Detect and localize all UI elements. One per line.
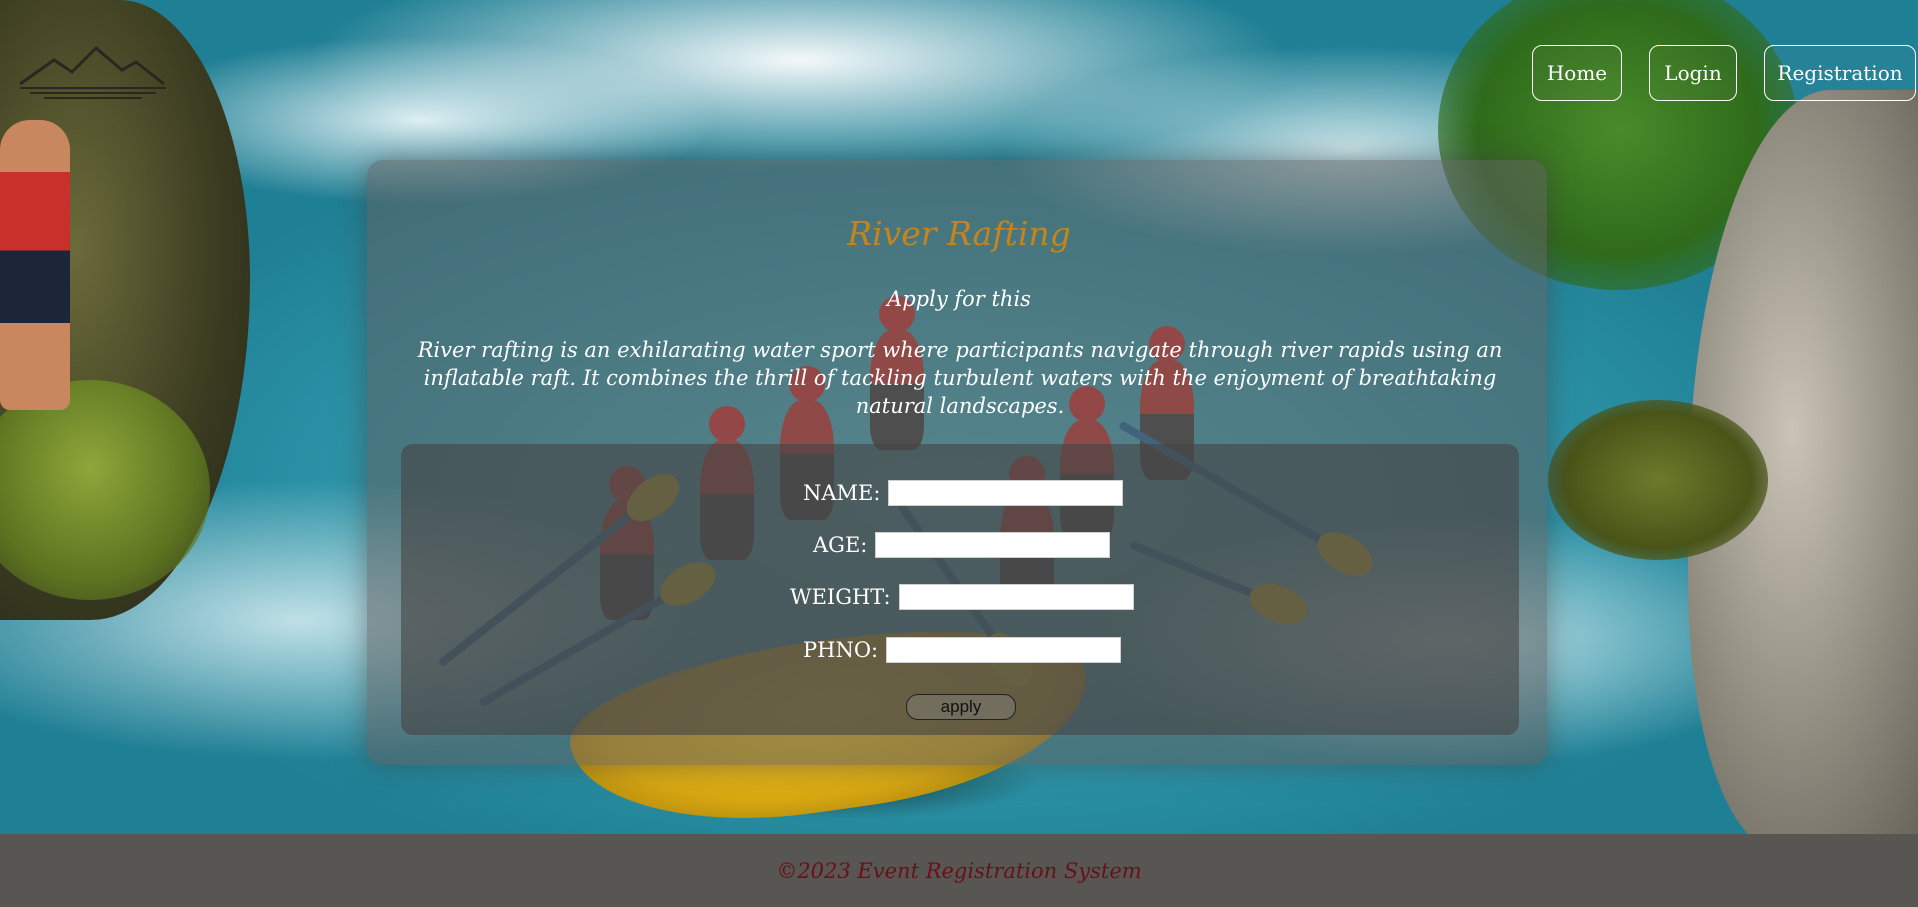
phone-label: PHNO: — [803, 638, 879, 662]
apply-button[interactable]: apply — [906, 694, 1016, 720]
age-label: AGE: — [813, 533, 868, 557]
phone-input[interactable] — [886, 637, 1122, 663]
name-label: NAME: — [803, 481, 881, 505]
weight-label: WEIGHT: — [790, 585, 891, 609]
nav-login-button[interactable]: Login — [1649, 45, 1737, 101]
age-input[interactable] — [875, 532, 1111, 558]
bystander-figure — [0, 120, 70, 410]
name-row: NAME: — [803, 480, 1124, 506]
footer-copyright: ©2023 Event Registration System — [776, 858, 1142, 883]
footer: ©2023 Event Registration System — [0, 834, 1918, 907]
name-input[interactable] — [888, 480, 1124, 506]
top-nav: Home Login Registration — [1532, 45, 1916, 101]
phone-row: PHNO: — [803, 637, 1122, 663]
event-subtitle: Apply for this — [887, 287, 1031, 311]
weight-row: WEIGHT: — [790, 584, 1134, 610]
age-row: AGE: — [813, 532, 1111, 558]
event-title: River Rafting — [847, 214, 1071, 253]
right-moss — [1548, 400, 1768, 560]
event-description: River rafting is an exhilarating water s… — [417, 338, 1503, 418]
mountain-logo-icon[interactable] — [14, 40, 174, 100]
nav-registration-button[interactable]: Registration — [1764, 45, 1916, 101]
nav-home-button[interactable]: Home — [1532, 45, 1622, 101]
weight-input[interactable] — [898, 584, 1134, 610]
